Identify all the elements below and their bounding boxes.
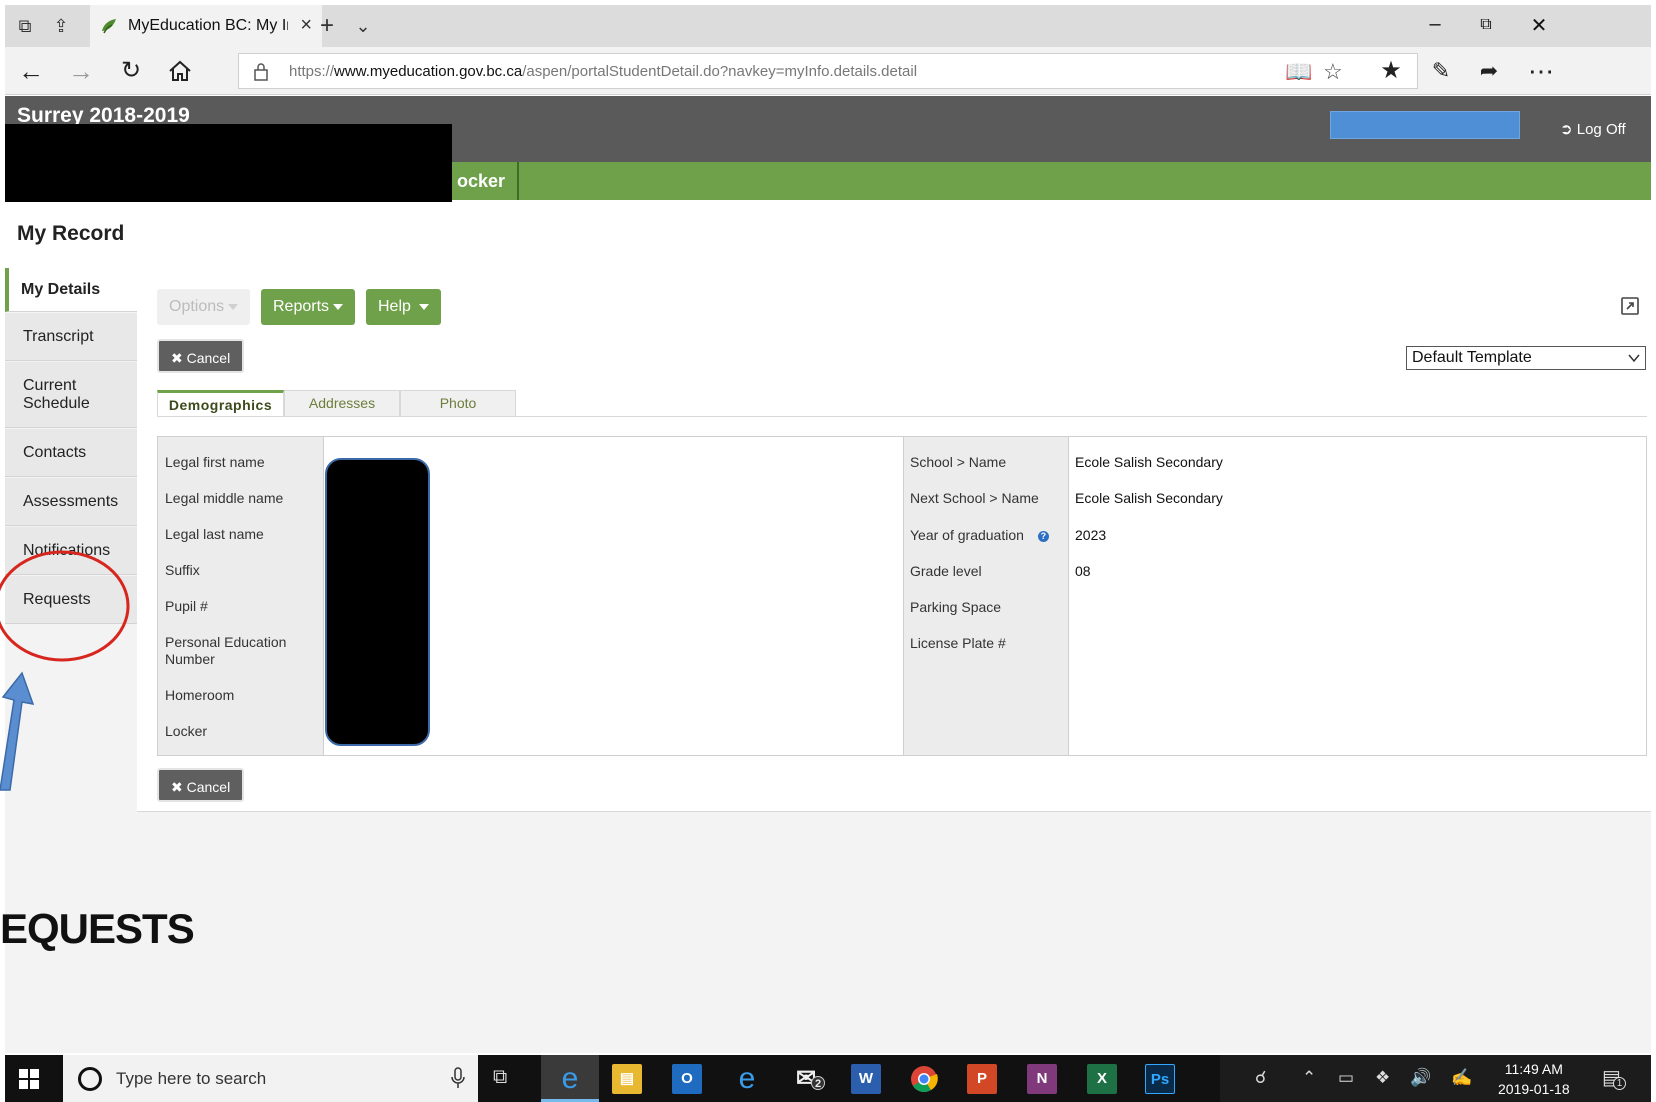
onenote-icon[interactable]: N: [1027, 1064, 1057, 1094]
cortana-icon: [78, 1067, 102, 1091]
show-hidden-icons-chevron-icon[interactable]: ⌃: [1302, 1068, 1316, 1088]
task-view-icon[interactable]: ⧉: [493, 1066, 507, 1089]
search-placeholder: Type here to search: [116, 1069, 267, 1088]
volume-icon[interactable]: 🔊: [1410, 1068, 1431, 1088]
annotation-overlay: [0, 550, 130, 791]
clock-time: 11:49 AM: [1504, 1061, 1563, 1077]
powerpoint-icon[interactable]: P: [967, 1064, 997, 1094]
action-center-icon[interactable]: ▤ 1: [1602, 1065, 1626, 1090]
internet-explorer-icon[interactable]: e: [732, 1064, 762, 1094]
photoshop-icon[interactable]: Ps: [1145, 1064, 1175, 1094]
microphone-icon[interactable]: [451, 1067, 465, 1089]
excel-icon[interactable]: X: [1087, 1064, 1117, 1094]
pen-workspace-icon[interactable]: ✍: [1451, 1068, 1472, 1088]
people-icon[interactable]: ☌: [1255, 1068, 1266, 1088]
taskbar-search[interactable]: Type here to search: [63, 1055, 478, 1102]
notification-badge: 1: [1613, 1077, 1626, 1090]
annotation-red-circle: [0, 550, 130, 662]
annotation-blue-arrow: [0, 671, 35, 791]
mail-badge: 2: [811, 1076, 825, 1090]
file-explorer-icon[interactable]: ▤: [612, 1064, 642, 1094]
edge-icon[interactable]: e: [555, 1064, 585, 1094]
word-icon[interactable]: W: [851, 1064, 881, 1094]
windows-start-icon[interactable]: [19, 1069, 39, 1089]
battery-icon[interactable]: ▭: [1338, 1068, 1354, 1088]
windows-taskbar: Type here to search ⧉ e ▤ O e ✉ 2 W P N X…: [5, 1055, 1651, 1102]
mail-icon[interactable]: ✉ 2: [791, 1064, 825, 1094]
chrome-icon[interactable]: [909, 1064, 939, 1094]
dropbox-icon[interactable]: ❖: [1375, 1068, 1390, 1088]
system-tray: [1220, 1055, 1651, 1102]
taskbar-clock[interactable]: 11:49 AM 2019-01-18: [1498, 1059, 1570, 1099]
outlook-icon[interactable]: O: [672, 1064, 702, 1094]
clock-date: 2019-01-18: [1498, 1081, 1570, 1097]
annotation-caption: EQUESTS: [0, 905, 195, 952]
